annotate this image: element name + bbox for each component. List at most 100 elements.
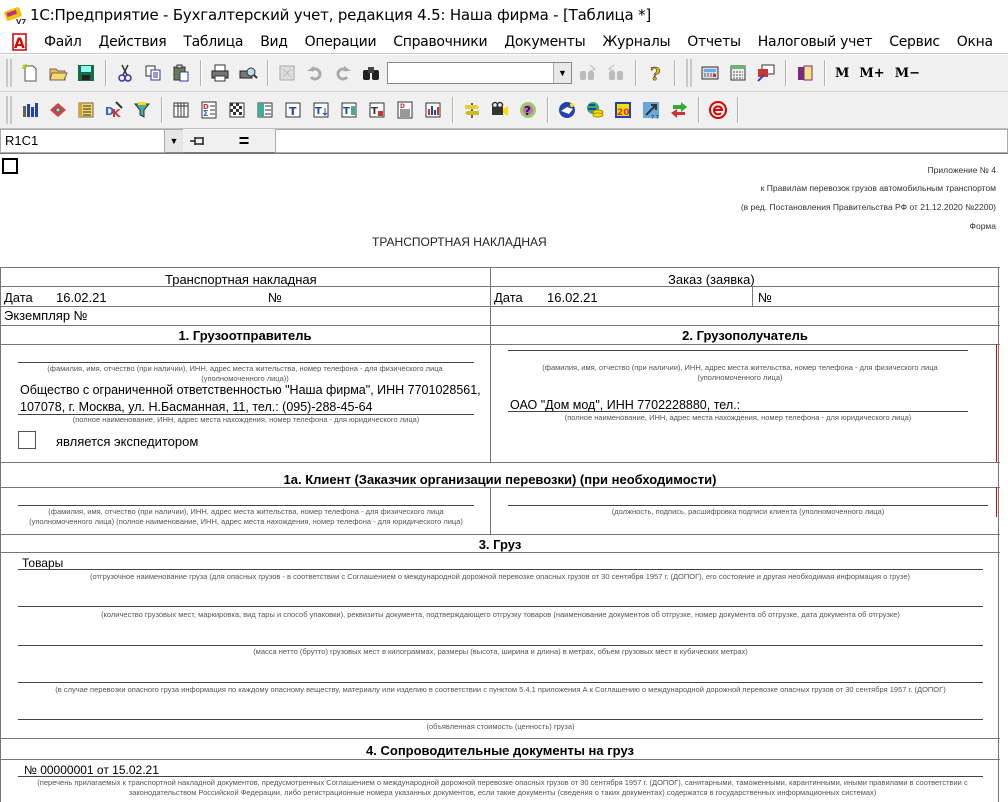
toolbar-separator	[824, 60, 825, 86]
consignee-name[interactable]: ОАО "Дом мод", ИНН 7702228880, тел.:	[510, 398, 740, 412]
text-green-icon[interactable]: T	[336, 97, 362, 123]
documents-value[interactable]: № 00000001 от 15.02.21	[24, 763, 159, 777]
menu-documents[interactable]: Документы	[496, 34, 594, 50]
menu-operations[interactable]: Операции	[297, 34, 386, 50]
cargo-caption-packaging: (количество грузовых мест, маркировка, в…	[101, 610, 900, 619]
svg-text:T: T	[315, 106, 322, 117]
document-icon[interactable]: A	[10, 32, 30, 52]
window-title: 1С:Предприятие - Бухгалтерский учет, ред…	[30, 6, 652, 24]
forwarder-label: является экспедитором	[56, 434, 199, 449]
text-down-icon[interactable]: T	[308, 97, 334, 123]
order-header: Заказ (заявка)	[668, 272, 755, 287]
toolbar-grip[interactable]	[6, 96, 12, 124]
client-right-caption: (должность, подпись, расшифровка подписи…	[611, 507, 885, 516]
menu-help[interactable]: По	[1002, 34, 1008, 50]
transfer-icon[interactable]	[666, 97, 692, 123]
underline	[508, 505, 988, 506]
waybill-date-value[interactable]: 16.02.21	[56, 290, 107, 305]
toolbar-grip[interactable]	[686, 59, 692, 87]
globe-coins-icon[interactable]	[582, 97, 608, 123]
menu-reports[interactable]: Отчеты	[679, 34, 749, 50]
print-preview-icon[interactable]	[235, 60, 261, 86]
underline	[18, 719, 983, 720]
grouping-icon[interactable]	[252, 97, 278, 123]
chart-of-accounts-icon[interactable]	[17, 97, 43, 123]
spreadsheet-area[interactable]: Приложение № 4 к Правилам перевозок груз…	[0, 156, 1008, 802]
transactions-icon[interactable]: DK	[101, 97, 127, 123]
columns-icon[interactable]	[168, 97, 194, 123]
help-icon[interactable]: ?	[642, 60, 668, 86]
menu-windows[interactable]: Окна	[949, 34, 1002, 50]
menu-file[interactable]: Файл	[36, 34, 90, 50]
text-icon[interactable]: T	[280, 97, 306, 123]
document-title: ТРАНСПОРТНАЯ НАКЛАДНАЯ	[372, 235, 547, 249]
waybill-number-label: №	[268, 290, 282, 305]
calculator-icon[interactable]	[697, 60, 723, 86]
signpost-icon[interactable]	[459, 97, 485, 123]
waybill-header: Транспортная накладная	[165, 272, 317, 287]
open-icon[interactable]	[45, 60, 71, 86]
chevron-down-icon[interactable]: ▼	[165, 129, 183, 153]
print-icon[interactable]	[207, 60, 233, 86]
memory-add-button[interactable]: M+	[854, 66, 889, 81]
operations-journal-icon[interactable]	[45, 97, 71, 123]
undo-icon	[302, 60, 328, 86]
shipper-name-line2[interactable]: 107078, г. Москва, ул. Н.Басманная, 11, …	[20, 400, 372, 414]
exchange-rates-icon[interactable]: 7.7	[638, 97, 664, 123]
calendar-icon[interactable]	[725, 60, 751, 86]
chevron-down-icon[interactable]: ▼	[553, 63, 571, 83]
cargo-header: 3. Груз	[478, 537, 522, 552]
sum-icon[interactable]: DΣ	[196, 97, 222, 123]
shipper-name-line1[interactable]: Общество с ограниченной ответственностью…	[20, 383, 481, 397]
menu-service[interactable]: Сервис	[881, 34, 949, 50]
pin-icon[interactable]	[183, 129, 213, 153]
search-combo[interactable]: ▼	[387, 62, 572, 84]
forwarder-checkbox[interactable]	[18, 431, 36, 449]
menu-tax-accounting[interactable]: Налоговый учет	[750, 34, 882, 50]
memory-button[interactable]: M	[830, 66, 854, 81]
disk-help-icon[interactable]: ?	[515, 97, 541, 123]
menu-view[interactable]: Вид	[252, 34, 296, 50]
selected-cell-marker[interactable]	[2, 158, 18, 174]
app-logo-icon: V7	[4, 5, 26, 26]
find-prev-icon	[603, 60, 629, 86]
svg-text:K: K	[112, 107, 121, 120]
memory-subtract-button[interactable]: M−	[890, 66, 925, 81]
checkerboard-icon[interactable]	[224, 97, 250, 123]
formula-input[interactable]	[275, 129, 1008, 153]
menu-catalogs[interactable]: Справочники	[385, 34, 496, 50]
cell-reference-field[interactable]: R1C1	[0, 129, 165, 153]
new-icon[interactable]	[17, 60, 43, 86]
column-divider	[490, 487, 491, 534]
menu-actions[interactable]: Действия	[90, 34, 175, 50]
shipper-header: 1. Грузоотправитель	[178, 328, 312, 343]
document-text-icon[interactable]: D	[392, 97, 418, 123]
equals-button[interactable]: =	[213, 129, 275, 153]
paste-icon[interactable]	[168, 60, 194, 86]
rules-reference: к Правилам перевозок грузов автомобильны…	[760, 183, 996, 193]
text-red-icon[interactable]: T	[364, 97, 390, 123]
e-icon[interactable]	[705, 97, 731, 123]
dove-icon[interactable]	[554, 97, 580, 123]
row-divider	[0, 306, 1000, 307]
copy-icon[interactable]	[140, 60, 166, 86]
save-icon[interactable]	[73, 60, 99, 86]
edition-reference: (в ред. Постановления Правительства РФ о…	[740, 202, 996, 212]
menu-journals[interactable]: Журналы	[594, 34, 679, 50]
camera-icon[interactable]	[487, 97, 513, 123]
table-border	[0, 267, 1000, 268]
cargo-value[interactable]: Товары	[22, 556, 63, 570]
form-label: Форма	[969, 221, 997, 231]
currency-icon[interactable]	[753, 60, 779, 86]
documents-journal-icon[interactable]	[73, 97, 99, 123]
cut-icon[interactable]	[112, 60, 138, 86]
book-icon[interactable]	[792, 60, 818, 86]
menu-table[interactable]: Таблица	[175, 34, 252, 50]
order-date-value[interactable]: 16.02.21	[547, 290, 598, 305]
calendar-20-icon[interactable]: 20	[610, 97, 636, 123]
filter-icon[interactable]	[129, 97, 155, 123]
toolbar-grip[interactable]	[6, 59, 12, 87]
find-icon[interactable]	[358, 60, 384, 86]
chart-icon[interactable]	[420, 97, 446, 123]
waybill-date-label: Дата	[4, 290, 33, 305]
